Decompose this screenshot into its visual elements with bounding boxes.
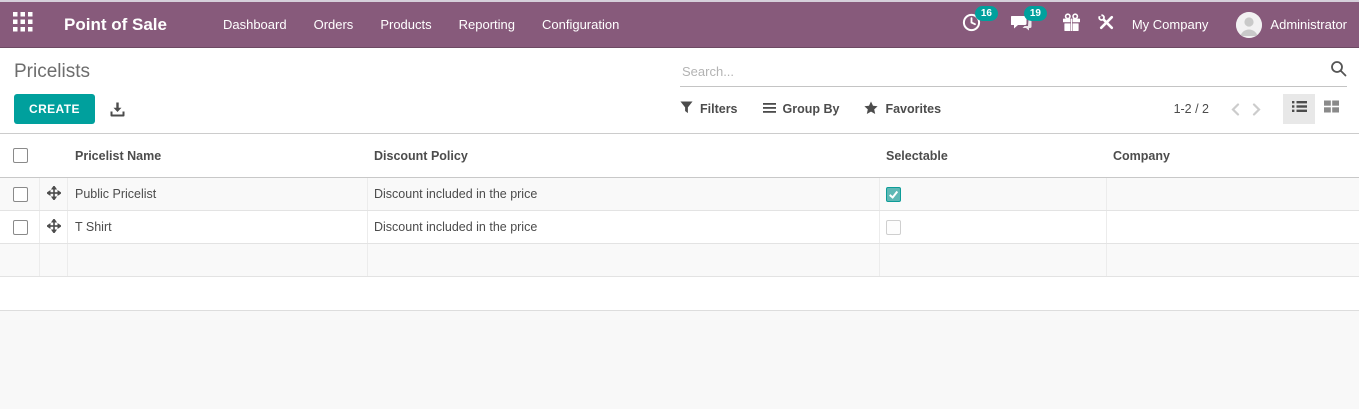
- page-background: [0, 310, 1359, 409]
- pager: 1-2 / 2: [1174, 94, 1347, 124]
- activity-count-badge: 16: [975, 6, 998, 21]
- apps-grid-icon: [13, 12, 33, 37]
- favorites-button[interactable]: Favorites: [864, 101, 941, 118]
- table-row[interactable]: Public Pricelist Discount included in th…: [0, 178, 1359, 211]
- nav-item-configuration[interactable]: Configuration: [542, 17, 619, 32]
- navbar-systray: 16 19: [962, 12, 1347, 38]
- app-title[interactable]: Point of Sale: [64, 15, 167, 35]
- gift-icon: [1062, 13, 1081, 37]
- page-title: Pricelists: [14, 61, 90, 83]
- tools-button[interactable]: [1098, 14, 1115, 36]
- action-buttons: CREATE: [0, 87, 680, 131]
- select-all-checkbox[interactable]: [13, 148, 28, 163]
- selectable-checkbox[interactable]: [886, 220, 901, 235]
- user-name: Administrator: [1270, 17, 1347, 32]
- row-select-checkbox[interactable]: [13, 187, 28, 202]
- user-avatar: [1236, 12, 1262, 38]
- star-icon: [864, 101, 878, 118]
- pricelists-table: Pricelist Name Discount Policy Selectabl…: [0, 133, 1359, 277]
- control-panel: Pricelists CREATE: [0, 48, 1359, 133]
- export-icon[interactable]: [110, 102, 125, 117]
- content-spacer: [0, 277, 1359, 310]
- drag-handle-icon[interactable]: [47, 219, 61, 236]
- table-row[interactable]: T Shirt Discount included in the price: [0, 211, 1359, 244]
- filter-toolbar: Filters Group By Favorites 1-2 / 2: [680, 87, 1359, 131]
- main-navbar: Point of Sale Dashboard Orders Products …: [0, 2, 1359, 48]
- search-area: [680, 48, 1359, 87]
- search-icon[interactable]: [1330, 60, 1347, 82]
- search-box: [680, 60, 1347, 87]
- selectable-checkbox[interactable]: [886, 187, 901, 202]
- create-button[interactable]: CREATE: [14, 94, 95, 124]
- drag-handle-icon[interactable]: [47, 186, 61, 203]
- pager-range: 1-2 / 2: [1174, 102, 1209, 116]
- company-switcher[interactable]: My Company: [1132, 17, 1209, 32]
- nav-item-orders[interactable]: Orders: [314, 17, 354, 32]
- view-switcher: [1283, 94, 1347, 124]
- row-select-checkbox[interactable]: [13, 220, 28, 235]
- table-header-row: Pricelist Name Discount Policy Selectabl…: [0, 134, 1359, 178]
- app-menu: Dashboard Orders Products Reporting Conf…: [223, 17, 619, 32]
- column-header-pricelist-name[interactable]: Pricelist Name: [68, 134, 368, 177]
- discount-policy-cell[interactable]: Discount included in the price: [368, 178, 880, 210]
- group-by-bars-icon: [763, 102, 776, 117]
- referral-button[interactable]: [1062, 13, 1081, 37]
- list-view-icon: [1292, 100, 1307, 118]
- tools-icon: [1098, 14, 1115, 36]
- pricelist-name-cell[interactable]: Public Pricelist: [68, 178, 368, 210]
- list-view-button[interactable]: [1283, 94, 1315, 124]
- column-header-company[interactable]: Company: [1107, 134, 1359, 177]
- search-input[interactable]: [680, 63, 1330, 80]
- activities-button[interactable]: 16: [962, 13, 1003, 37]
- user-menu[interactable]: Administrator: [1222, 12, 1347, 38]
- group-by-button[interactable]: Group By: [763, 102, 840, 117]
- column-header-discount-policy[interactable]: Discount Policy: [368, 134, 880, 177]
- pager-next-button[interactable]: [1246, 99, 1267, 120]
- pricelist-name-cell[interactable]: T Shirt: [68, 211, 368, 243]
- breadcrumb: Pricelists: [0, 48, 680, 87]
- company-cell[interactable]: [1107, 211, 1359, 243]
- kanban-view-icon: [1324, 100, 1339, 118]
- kanban-view-button[interactable]: [1315, 94, 1347, 124]
- nav-item-reporting[interactable]: Reporting: [459, 17, 515, 32]
- table-footer-strip: [0, 244, 1359, 277]
- filter-funnel-icon: [680, 101, 693, 117]
- column-header-selectable[interactable]: Selectable: [880, 134, 1107, 177]
- nav-item-products[interactable]: Products: [380, 17, 431, 32]
- message-count-badge: 19: [1024, 6, 1047, 21]
- nav-item-dashboard[interactable]: Dashboard: [223, 17, 287, 32]
- company-cell[interactable]: [1107, 178, 1359, 210]
- apps-menu-button[interactable]: [0, 2, 46, 48]
- filters-button[interactable]: Filters: [680, 101, 738, 117]
- discount-policy-cell[interactable]: Discount included in the price: [368, 211, 880, 243]
- pager-previous-button[interactable]: [1225, 99, 1246, 120]
- messages-button[interactable]: 19: [1011, 13, 1054, 37]
